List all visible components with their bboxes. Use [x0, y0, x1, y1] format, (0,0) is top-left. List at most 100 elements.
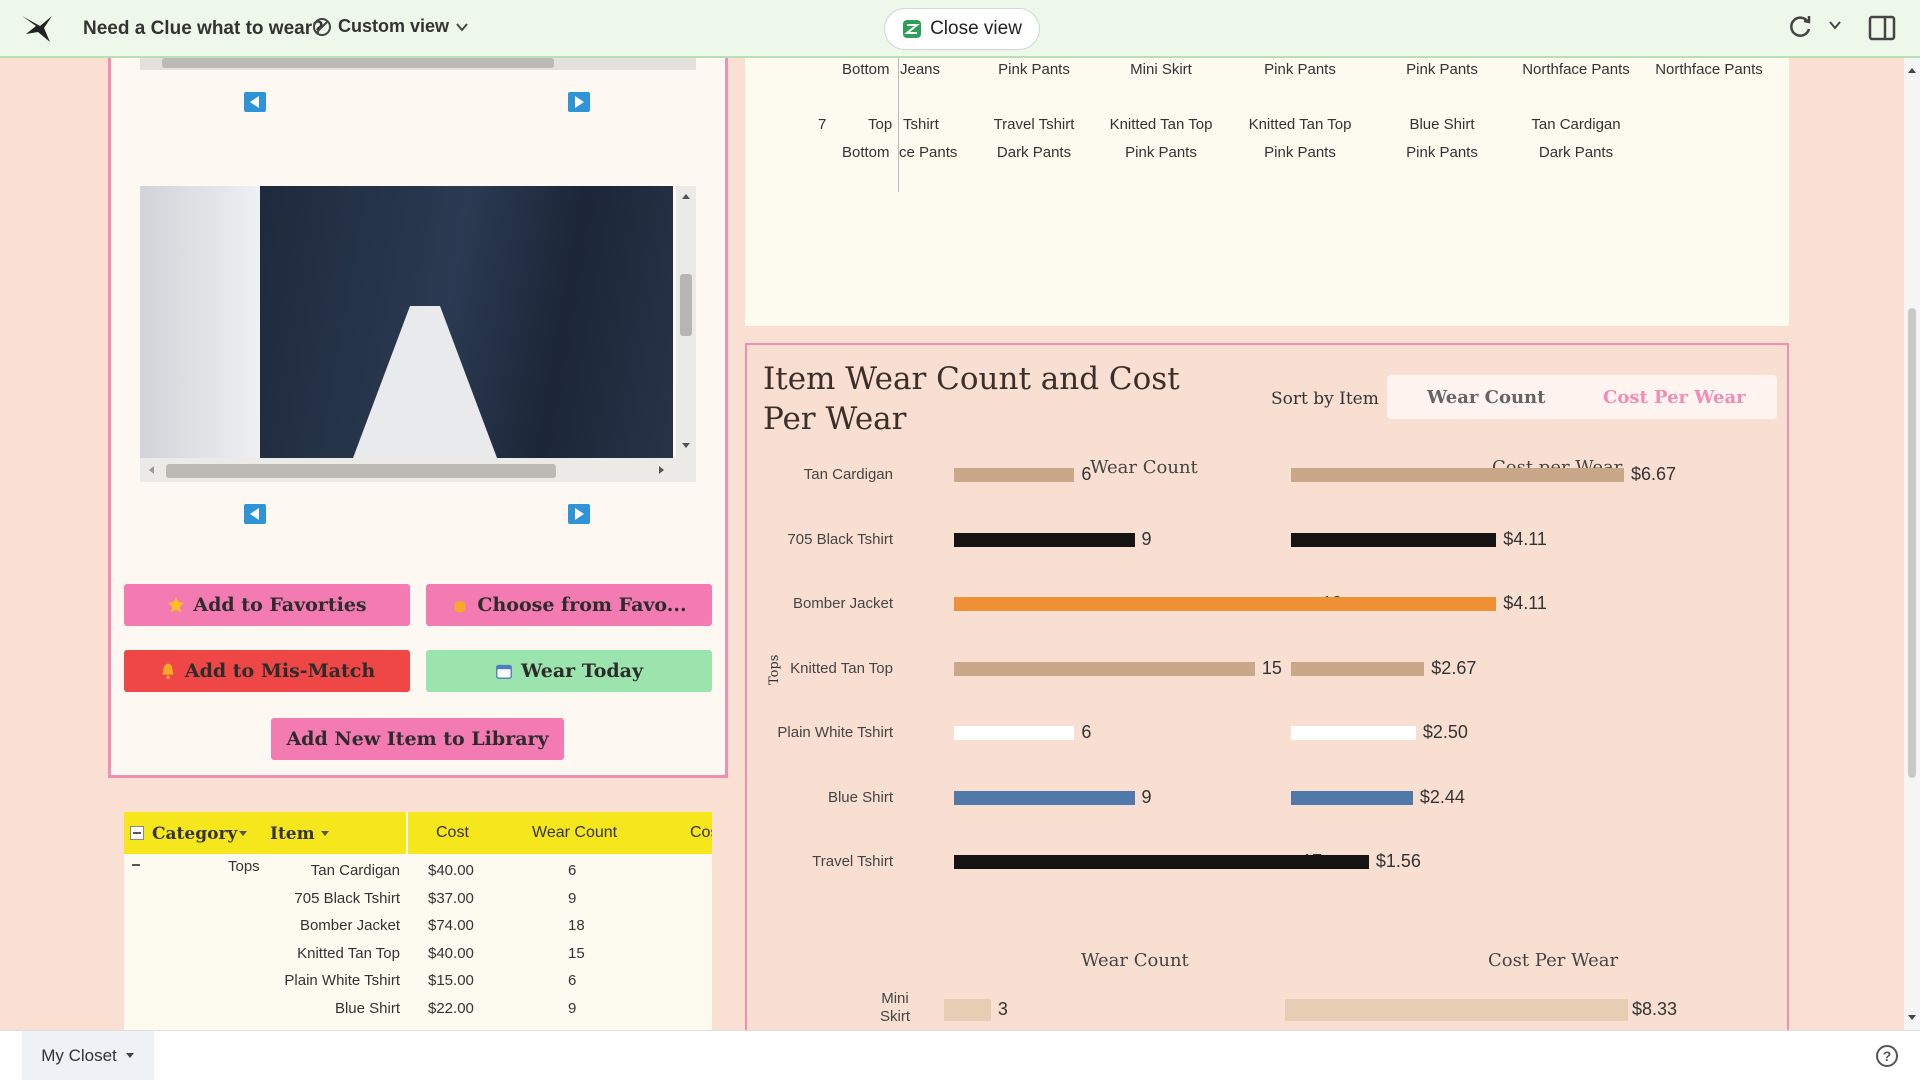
hummingbird-logo-icon[interactable]: [20, 12, 56, 44]
table-row[interactable]: Blue Shirt $22.00 9: [124, 996, 712, 1023]
outfit-bottom-cell: Northface Pants: [1655, 61, 1763, 78]
table-header: Category Item Cost Wear Count Cos: [124, 812, 712, 854]
outfit-bottom-cell: Dark Pants: [996, 144, 1072, 161]
tab-my-closet[interactable]: My Closet: [22, 1031, 154, 1080]
close-view-label: Close view: [930, 18, 1022, 39]
tab-my-closet-label: My Closet: [41, 1046, 117, 1065]
cost-cell: $40.00: [428, 944, 474, 962]
table-row[interactable]: Bomber Jacket $74.00 18: [124, 913, 712, 940]
bar-category-label: Travel Tshirt: [812, 853, 893, 870]
page-scrollbar[interactable]: [1904, 58, 1920, 1030]
side-panel-icon[interactable]: [1868, 14, 1896, 42]
outfit-bottom-cell: Northface Pants: [1522, 61, 1630, 78]
wear-count-value-label: 9: [1141, 528, 1152, 549]
category-header[interactable]: Category: [152, 824, 237, 844]
wear-count-value-label: 9: [1141, 786, 1152, 807]
outfit-bottom-cell: Dark Pants: [1538, 144, 1614, 161]
cost-per-wear-bar[interactable]: [1291, 597, 1497, 611]
horizontal-scrollbar[interactable]: [140, 58, 696, 70]
add-to-mismatch-label: Add to Mis-Match: [184, 660, 376, 682]
wear-count-cell: 9: [568, 999, 577, 1017]
sort-cost-per-wear-option[interactable]: Cost Per Wear: [1603, 387, 1746, 408]
item-cell: Plain White Tshirt: [284, 972, 400, 989]
cost-per-wear-bar[interactable]: [1291, 468, 1624, 482]
close-view-button[interactable]: Close view: [884, 8, 1040, 50]
table-row[interactable]: Tan Cardigan $40.00 6: [124, 858, 712, 885]
horizontal-scrollbar[interactable]: [140, 458, 696, 482]
table-row[interactable]: Plain White Tshirt $15.00 6: [124, 968, 712, 995]
outfit-top-cell: Knitted Tan Top: [1109, 116, 1213, 133]
bar-category-label: Blue Shirt: [827, 788, 893, 806]
item-cell: Blue Shirt: [334, 999, 400, 1017]
cost-per-wear-bar[interactable]: [1285, 999, 1628, 1021]
outfit-bottom-cell: Pink Pants: [1264, 61, 1336, 78]
add-new-item-button[interactable]: Add New Item to Library: [271, 718, 564, 760]
wear-count-bar[interactable]: [944, 999, 991, 1021]
item-header[interactable]: Item: [270, 824, 315, 844]
cost-per-wear-value-label: $4.11: [1503, 593, 1547, 613]
wear-count-chart-panel: Item Wear Count and Cost Per Wear Sort b…: [745, 343, 1789, 1043]
wear-count-cell: 6: [568, 972, 577, 989]
help-icon[interactable]: ?: [1876, 1045, 1898, 1067]
bell-icon: [162, 663, 174, 680]
chevron-down-icon[interactable]: [1828, 18, 1842, 32]
filter-caret-icon[interactable]: [238, 830, 248, 838]
chart-title: Item Wear Count and Cost Per Wear: [763, 361, 1180, 437]
outfit-bottom-cell: Pink Pants: [1406, 61, 1478, 78]
collapse-icon[interactable]: [130, 826, 144, 840]
cost-per-wear-bar[interactable]: [1291, 855, 1369, 869]
next-arrow-icon[interactable]: [568, 92, 590, 112]
wear-count-bar[interactable]: [954, 726, 1075, 740]
previous-arrow-icon[interactable]: [244, 504, 266, 524]
bar-category-label: 705 Black Tshirt: [787, 530, 893, 548]
choose-from-favorites-button[interactable]: Choose from Favo...: [426, 584, 712, 626]
item-cell: 705 Black Tshirt: [294, 889, 400, 907]
bottom-row-label: Bottom: [842, 144, 890, 161]
outfit-bottom-cell: Pink Pants: [1264, 144, 1336, 161]
outfit-bottom-cell: Jeans: [900, 61, 941, 78]
vertical-scrollbar[interactable]: [676, 186, 696, 458]
wear-count-bar[interactable]: [954, 468, 1075, 482]
outfit-bottom-cell: Pink Pants: [1125, 144, 1197, 161]
cost-per-wear-header[interactable]: Cos: [690, 824, 712, 842]
wear-count-bar[interactable]: [954, 532, 1135, 547]
filter-caret-icon[interactable]: [320, 830, 330, 838]
category-axis-label: Tops: [767, 654, 782, 685]
wear-count-bar[interactable]: [954, 855, 1295, 869]
table-row[interactable]: 705 Black Tshirt $37.00 9: [124, 886, 712, 913]
wear-count-bar[interactable]: [954, 597, 1315, 611]
wear-count-bar[interactable]: [954, 661, 1255, 676]
custom-view-dropdown[interactable]: Custom view: [312, 16, 469, 37]
previous-arrow-icon[interactable]: [244, 92, 266, 112]
custom-view-label: Custom view: [338, 16, 450, 36]
wear-count-header[interactable]: Wear Count: [532, 824, 617, 842]
outfit-number: 7: [818, 116, 827, 133]
sort-toggle: Wear Count Cost Per Wear: [1387, 375, 1777, 419]
wear-count-bar[interactable]: [954, 790, 1135, 805]
top-bar: Need a Clue what to wear? Custom view Cl…: [0, 0, 1920, 58]
add-to-favorites-button[interactable]: Add to Favorties: [124, 584, 410, 626]
table-row[interactable]: Knitted Tan Top $40.00 15: [124, 941, 712, 968]
cost-cell: $74.00: [428, 917, 474, 934]
add-new-item-label: Add New Item to Library: [286, 728, 549, 750]
wear-today-button[interactable]: Wear Today: [426, 650, 712, 692]
cost-cell: $15.00: [428, 972, 474, 989]
app-title: Need a Clue what to wear?: [83, 18, 324, 39]
cost-per-wear-bar[interactable]: [1291, 790, 1413, 805]
cost-per-wear-bar[interactable]: [1291, 661, 1425, 676]
bar-category-label: Knitted Tan Top: [790, 659, 893, 677]
next-arrow-icon[interactable]: [568, 504, 590, 524]
add-to-mismatch-button[interactable]: Add to Mis-Match: [124, 650, 410, 692]
bar-category-label: Bomber Jacket: [792, 595, 893, 612]
sort-wear-count-option[interactable]: Wear Count: [1427, 387, 1545, 408]
cost-per-wear-bar[interactable]: [1291, 726, 1416, 740]
bar-category-label: Plain White Tshirt: [777, 724, 893, 741]
cost-cell: $40.00: [428, 862, 474, 879]
wear-count-value-label: 6: [1081, 722, 1092, 742]
add-to-favorites-label: Add to Favorties: [193, 594, 367, 616]
cost-per-wear-bar[interactable]: [1291, 532, 1497, 547]
cost-header[interactable]: Cost: [436, 824, 469, 842]
wear-count-value-label: 15: [1261, 657, 1282, 678]
wear-count-cell: 9: [568, 889, 577, 907]
refresh-icon[interactable]: [1786, 12, 1814, 40]
